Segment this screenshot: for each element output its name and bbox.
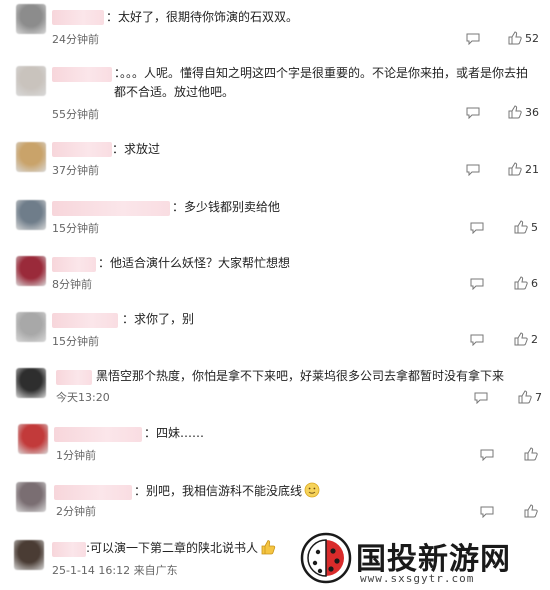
comment-time: 2分钟前 [56, 505, 96, 518]
reply-icon[interactable] [466, 33, 480, 45]
comment-text-content: :可以演一下第二章的陕北说书人 [86, 541, 259, 555]
comment-item: ：太好了，很期待你饰演的石双双。 24分钟前 52 [0, 0, 550, 56]
thumbs-up-icon[interactable] [514, 220, 528, 234]
avatar[interactable] [16, 66, 46, 96]
comment-item: ：求放过 37分钟前 21 [0, 130, 550, 186]
comment-time: 55分钟前 [52, 108, 99, 121]
username-blurred[interactable] [52, 201, 170, 216]
reply-icon[interactable] [480, 506, 494, 518]
reply-icon[interactable] [470, 334, 484, 346]
username-blurred[interactable] [54, 485, 132, 500]
comment-time: 15分钟前 [52, 222, 99, 235]
avatar[interactable] [18, 424, 48, 454]
comment-item: ：多少钱都别卖给他 15分钟前 5 [0, 192, 550, 244]
username-blurred[interactable] [52, 542, 86, 557]
avatar[interactable] [14, 540, 44, 570]
reply-icon[interactable] [466, 107, 480, 119]
like-count: 6 [531, 277, 538, 290]
comment-text: ：别吧，我相信游科不能没底线 [134, 482, 320, 501]
thumbs-up-icon[interactable] [518, 390, 532, 404]
username-blurred[interactable] [52, 67, 112, 82]
avatar[interactable] [16, 256, 46, 286]
like-count: 2 [531, 333, 538, 346]
username-blurred[interactable] [56, 370, 92, 385]
username-blurred[interactable] [52, 142, 112, 157]
thumbs-up-icon[interactable] [524, 504, 538, 518]
comment-text: ：四妹…… [144, 426, 205, 440]
avatar[interactable] [16, 482, 46, 512]
comment-text: :可以演一下第二章的陕北说书人 [86, 539, 276, 558]
username-blurred[interactable] [52, 257, 96, 272]
comment-text: ：多少钱都别卖给他 [172, 200, 281, 214]
like-count: 7 [535, 391, 542, 404]
comment-item: ：别吧，我相信游科不能没底线 2分钟前 [0, 478, 550, 530]
like-count: 5 [531, 221, 538, 234]
comment-item: ：。。。人呢。懂得自知之明这四个字是很重要的。不论是你来拍，或者是你去拍都不合适… [0, 56, 550, 126]
thumbs-up-icon[interactable] [514, 332, 528, 346]
ladybug-logo-icon [300, 532, 352, 584]
like-count: 52 [525, 32, 539, 45]
reply-icon[interactable] [480, 449, 494, 461]
comment-text: ：他适合演什么妖怪？大家帮忙想想 [98, 256, 291, 270]
reply-icon[interactable] [466, 164, 480, 176]
comment-time: 1分钟前 [56, 449, 96, 462]
avatar[interactable] [16, 368, 46, 398]
avatar[interactable] [16, 142, 46, 172]
avatar[interactable] [16, 4, 46, 34]
comment-text-content: ：别吧，我相信游科不能没底线 [134, 484, 303, 498]
comment-text: 黑悟空那个热度，你怕是拿不下来吧，好莱坞很多公司去拿都暂时没有拿下来 [96, 369, 505, 383]
username-blurred[interactable] [54, 427, 142, 442]
comment-text: ：求你了，别 [122, 312, 195, 326]
thumbs-up-icon[interactable] [508, 105, 522, 119]
thumbs-up-icon[interactable] [514, 276, 528, 290]
comment-time: 37分钟前 [52, 164, 99, 177]
comment-time: 24分钟前 [52, 33, 99, 46]
comment-time: 25-1-14 16:12 来自广东 [52, 564, 178, 577]
smile-emoji-icon [304, 482, 320, 498]
avatar[interactable] [16, 312, 46, 342]
username-blurred[interactable] [52, 313, 118, 328]
watermark-url: www.sxsgytr.com [360, 572, 475, 585]
comment-list: ：太好了，很期待你饰演的石双双。 24分钟前 52 ：。。。人呢。懂得自知之明这… [0, 0, 550, 590]
thumbs-up-icon[interactable] [524, 447, 538, 461]
thumbs-up-emoji-icon [261, 540, 276, 555]
like-count: 36 [525, 106, 539, 119]
reply-icon[interactable] [474, 392, 488, 404]
comment-text: ：。。。人呢。懂得自知之明这四个字是很重要的。不论是你来拍，或者是你去拍都不合适… [114, 66, 529, 99]
comment-time: 8分钟前 [52, 278, 92, 291]
site-watermark: 国投新游网 www.sxsgytr.com [300, 528, 550, 590]
comment-item: ：求你了，别 15分钟前 2 [0, 306, 550, 358]
comment-text: ：求放过 [112, 142, 161, 156]
comment-item: ：四妹…… 1分钟前 [0, 420, 550, 472]
comment-item: 黑悟空那个热度，你怕是拿不下来吧，好莱坞很多公司去拿都暂时没有拿下来 今天13:… [0, 362, 550, 418]
reply-icon[interactable] [470, 278, 484, 290]
comment-time: 今天13:20 [56, 391, 110, 404]
comment-time: 15分钟前 [52, 335, 99, 348]
thumbs-up-icon[interactable] [508, 162, 522, 176]
comment-item: ：他适合演什么妖怪？大家帮忙想想 8分钟前 6 [0, 250, 550, 302]
thumbs-up-icon[interactable] [508, 31, 522, 45]
reply-icon[interactable] [470, 222, 484, 234]
comment-text: ：太好了，很期待你饰演的石双双。 [106, 10, 299, 24]
avatar[interactable] [16, 200, 46, 230]
like-count: 21 [525, 163, 539, 176]
username-blurred[interactable] [52, 10, 104, 25]
